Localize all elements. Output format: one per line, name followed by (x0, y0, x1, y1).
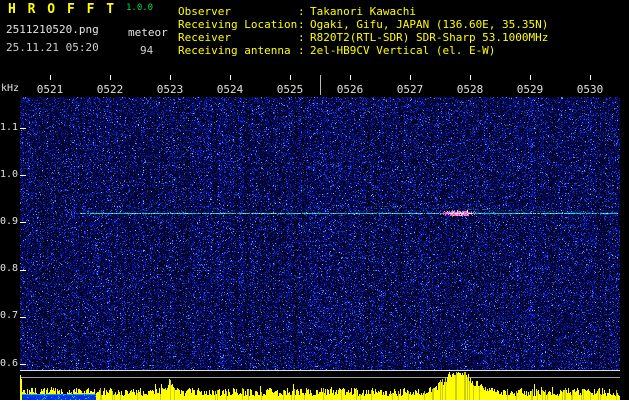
y-axis-unit: kHz (1, 83, 20, 94)
y-tick-label: 0.7 (0, 310, 19, 321)
mode-label: meteor (128, 26, 168, 39)
header-row-location: Receiving Location : Ogaki, Gifu, JAPAN … (178, 19, 548, 31)
separator: : (298, 5, 305, 18)
y-tick-label: 1.1 (0, 122, 19, 133)
spectrogram-canvas (20, 75, 629, 370)
location-label: Receiving Location (178, 18, 298, 31)
separator: : (298, 18, 305, 31)
separator: : (298, 31, 305, 44)
x-tick-label: 0523 (156, 83, 184, 96)
hrofft-output: H R O F F T 1.0.0 2511210520.png meteor … (0, 0, 629, 400)
receiver-label: Receiver (178, 31, 231, 44)
antenna-value: 2el-HB9CV Vertical (el. E-W) (310, 44, 496, 57)
x-tick-label: 0521 (36, 83, 64, 96)
x-tick-label: 0527 (396, 83, 424, 96)
header-row-receiver: Receiver : R820T2(RTL-SDR) SDR-Sharp 53.… (178, 32, 548, 44)
observer-value: Takanori Kawachi (310, 5, 416, 18)
x-tick-label: 0529 (516, 83, 544, 96)
app-title: H R O F F T (8, 2, 117, 17)
header-row-antenna: Receiving antenna : 2el-HB9CV Vertical (… (178, 45, 495, 57)
y-tick-label: 0.8 (0, 263, 19, 274)
location-value: Ogaki, Gifu, JAPAN (136.60E, 35.35N) (310, 18, 549, 31)
y-tick-label: 1.0 (0, 169, 19, 180)
x-tick-label: 0530 (576, 83, 604, 96)
output-filename: 2511210520.png (6, 23, 99, 36)
x-tick-label: 0522 (96, 83, 124, 96)
x-tick-label: 0525 (276, 83, 304, 96)
capture-datetime: 25.11.21 05:20 (6, 41, 99, 54)
antenna-label: Receiving antenna (178, 44, 291, 57)
header-row-observer: Observer : Takanori Kawachi (178, 6, 416, 18)
app-version: 1.0.0 (126, 3, 154, 13)
separator: : (298, 44, 305, 57)
y-tick-label: 0.6 (0, 358, 19, 369)
echo-count: 94 (140, 44, 154, 57)
x-tick-label: 0526 (336, 83, 364, 96)
observer-label: Observer (178, 5, 231, 18)
y-tick-label: 0.9 (0, 216, 19, 227)
x-tick-label: 0528 (456, 83, 484, 96)
signal-level-canvas (20, 370, 629, 400)
receiver-value: R820T2(RTL-SDR) SDR-Sharp 53.1000MHz (310, 31, 549, 44)
x-tick-label: 0524 (216, 83, 244, 96)
